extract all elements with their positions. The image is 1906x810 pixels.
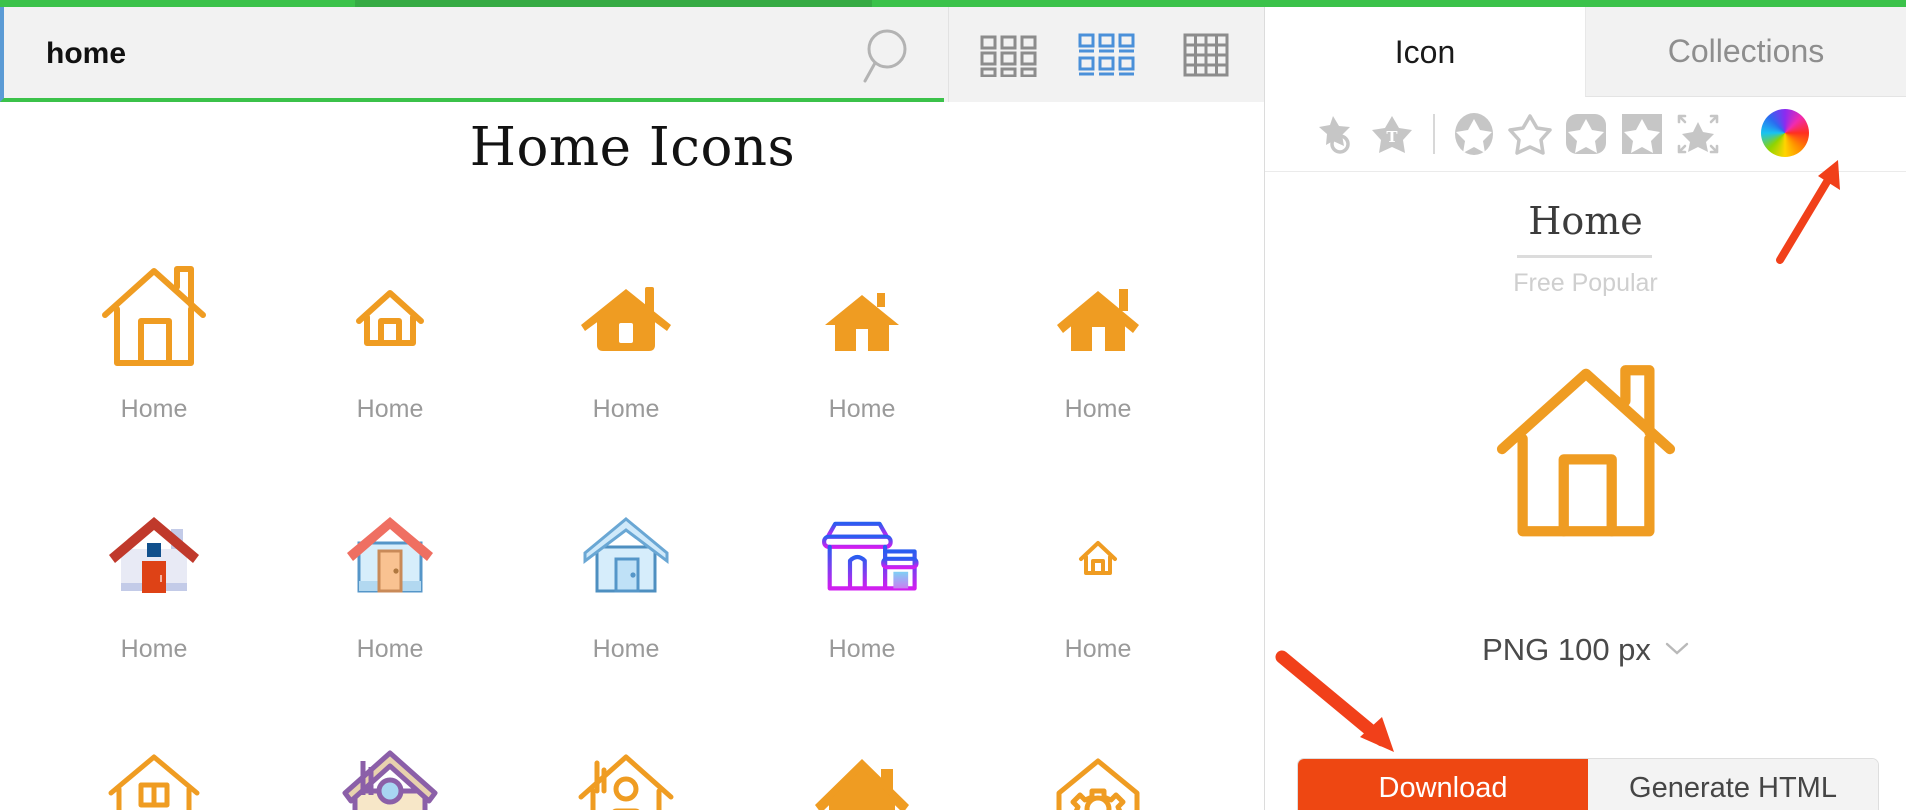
search-field[interactable] [0,7,944,102]
tab-collections[interactable]: Collections [1585,7,1906,97]
icon-result-card[interactable]: Home [36,737,272,810]
star-outline-icon[interactable] [1507,111,1553,157]
filled-orange-house-window-icon [1038,257,1158,377]
detail-name-underline [1517,255,1652,258]
outline-orange-house-small-icon [330,257,450,377]
icon-result-card[interactable]: Home [980,257,1216,497]
flat-red-roof-house-icon [94,497,214,617]
outline-orange-house-chimney-icon [94,257,214,377]
icon-result-label: Home [828,395,896,423]
icon-style-toolbar: T [1265,97,1906,172]
icon-result-label: Home [1064,395,1132,423]
page-title: Home Icons [469,117,796,178]
star-drop-icon[interactable] [1313,111,1359,157]
detail-icon-name: Home [1528,199,1643,243]
format-selector[interactable]: PNG 100 px [1265,632,1906,668]
icon-result-card[interactable]: Home [36,257,272,497]
icon-result-card[interactable]: Home [272,497,508,737]
tiny-orange-outline-house-icon [1038,497,1158,617]
grid-with-label-icon[interactable] [1074,33,1140,77]
icon-result-card[interactable]: Home [36,497,272,737]
toolbar-separator [1433,114,1435,154]
search-input[interactable] [46,29,806,79]
icon-result-label: Home [1064,635,1132,663]
outline-orange-house-windows-icon [94,737,214,810]
star-in-rounded-square-icon[interactable] [1563,111,1609,157]
icon-result-card[interactable]: Home [980,737,1216,810]
icon-result-card[interactable]: Home [272,257,508,497]
star-expand-icon[interactable] [1675,111,1721,157]
search-bar-row [0,7,1265,102]
chevron-down-icon [1665,641,1689,660]
icon-result-card[interactable]: Home [508,497,744,737]
icon-detail-pane: Icon Collections T Home Free Popular PNG… [1265,7,1906,810]
gradient-purple-shop-icon [802,497,922,617]
tab-icon[interactable]: Icon [1265,7,1585,97]
icon-result-card[interactable]: Home [272,737,508,810]
grid-3x3-icon[interactable] [976,33,1042,78]
filled-orange-house-plain-icon [802,257,922,377]
view-mode-switcher [948,7,1265,102]
icon-result-card[interactable]: Home [508,257,744,497]
icon-result-label: Home [356,395,424,423]
star-text-icon[interactable]: T [1369,111,1415,157]
detail-tabs: Icon Collections [1265,7,1906,97]
outline-orange-house-round-window-icon [566,737,686,810]
detail-icon-tags: Free Popular [1513,269,1658,297]
search-icon[interactable] [859,27,919,85]
detail-action-row: Download Generate HTML [1298,759,1878,810]
svg-text:T: T [1386,128,1398,146]
outline-orange-house-chimney-icon [1496,364,1675,536]
solid-orange-roof-house-icon [802,737,922,810]
flat-blue-house-orange-door-icon [330,497,450,617]
star-in-circle-icon[interactable] [1451,111,1497,157]
flat-purple-beige-house-icon [330,737,450,810]
icon-result-card[interactable]: Home [508,737,744,810]
filled-orange-house-chimney-icon [566,257,686,377]
grid-4x4-icon[interactable] [1173,33,1239,77]
detail-icon-preview [1265,327,1906,577]
icon-results-grid: Home Home Home Home Home Home Home Home … [36,257,1231,810]
star-in-square-icon[interactable] [1619,111,1665,157]
icon-browser-pane: Home Icons Home [0,7,1265,810]
color-wheel-icon[interactable] [1761,109,1809,157]
generate-html-button[interactable]: Generate HTML [1588,759,1878,810]
icon-result-label: Home [592,635,660,663]
icon-result-label: Home [828,635,896,663]
top-accent-bar [0,0,1906,7]
format-label: PNG 100 px [1482,632,1651,667]
icon-result-label: Home [592,395,660,423]
icon-result-card[interactable]: Home [744,257,980,497]
outline-orange-house-gear-icon [1038,737,1158,810]
icon-result-card[interactable]: Home [744,737,980,810]
icon-result-label: Home [120,395,188,423]
app-root: Home Icons Home [0,0,1906,810]
icon-result-card[interactable]: Home [744,497,980,737]
download-button[interactable]: Download [1298,759,1588,810]
icon-result-card[interactable]: Home [980,497,1216,737]
top-accent-bar-highlight [355,0,872,7]
icon-result-label: Home [120,635,188,663]
icon-result-label: Home [356,635,424,663]
line-blue-house-icon [566,497,686,617]
